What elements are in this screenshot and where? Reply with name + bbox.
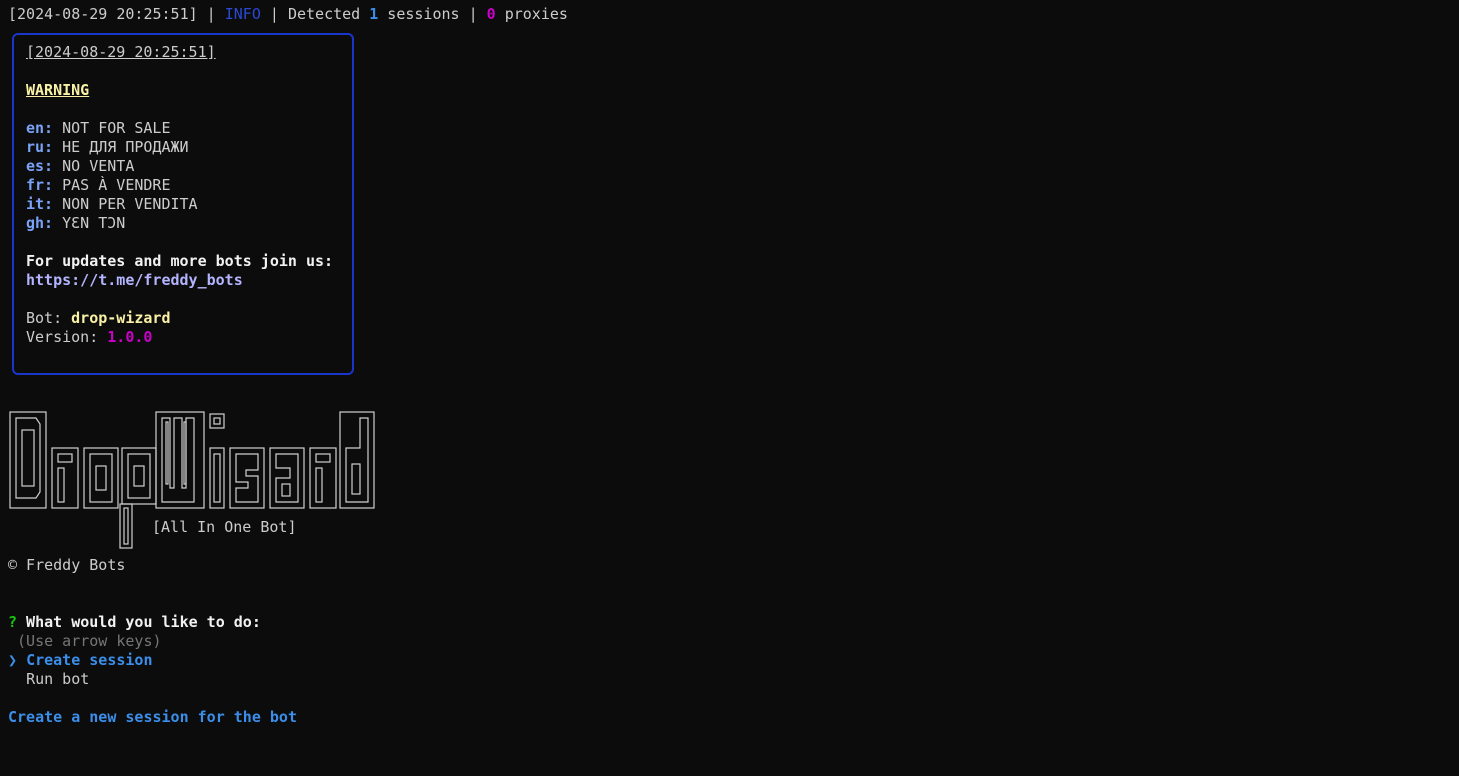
option-description: Create a new session for the bot xyxy=(8,708,297,726)
copyright-text: © Freddy Bots xyxy=(8,556,126,574)
option-label: Run bot xyxy=(26,670,90,688)
question-marker: ? xyxy=(8,613,18,631)
status-line: [2024-08-29 20:25:51] | INFO | Detected … xyxy=(8,5,568,24)
menu-option-create-session[interactable]: ❯ Create session xyxy=(8,651,153,670)
status-separator: | xyxy=(197,5,225,23)
bot-name-line: Bot: drop-wizard xyxy=(26,309,171,328)
proxies-count: 0 xyxy=(486,5,496,23)
bot-name: drop-wizard xyxy=(71,309,171,327)
bot-label: Bot: xyxy=(26,309,72,327)
version-label: Version: xyxy=(26,328,108,346)
notice-text: NON PER VENDITA xyxy=(53,195,198,213)
notice-text: PAS À VENDRE xyxy=(53,176,171,194)
notice-lang: it: xyxy=(26,195,54,213)
status-level: INFO xyxy=(224,5,261,23)
prompt-question-line: ? What would you like to do: xyxy=(8,613,261,632)
notice-lang: ru: xyxy=(26,138,54,156)
telegram-link[interactable]: https://t.me/freddy_bots xyxy=(26,271,243,290)
sessions-count: 1 xyxy=(369,5,379,23)
notice-line: fr: PAS À VENDRE xyxy=(26,176,171,195)
notice-line: it: NON PER VENDITA xyxy=(26,195,198,214)
warning-title: WARNING xyxy=(26,81,90,99)
menu-option-run-bot[interactable]: Run bot xyxy=(8,670,89,689)
notice-text: YƐN TƆN xyxy=(53,214,126,232)
option-label: Create session xyxy=(26,651,153,669)
selection-pointer-icon: ❯ xyxy=(8,651,18,669)
status-timestamp: [2024-08-29 20:25:51] xyxy=(8,5,198,23)
prompt-question: What would you like to do: xyxy=(17,613,261,631)
join-text: For updates and more bots join us: xyxy=(26,252,334,270)
proxies-label: proxies xyxy=(495,5,568,23)
prompt-hint: (Use arrow keys) xyxy=(8,632,162,650)
version-number: 1.0.0 xyxy=(107,328,153,346)
notice-lang: es: xyxy=(26,157,54,175)
notice-line: gh: YƐN TƆN xyxy=(26,214,125,233)
detected-label: Detected xyxy=(287,5,370,23)
version-line: Version: 1.0.0 xyxy=(26,328,152,347)
notice-line: ru: НЕ ДЛЯ ПРОДАЖИ xyxy=(26,138,189,157)
notice-text: NO VENTA xyxy=(53,157,135,175)
sessions-label: sessions | xyxy=(378,5,487,23)
notice-text: НЕ ДЛЯ ПРОДАЖИ xyxy=(53,138,189,156)
warning-timestamp: [2024-08-29 20:25:51] xyxy=(26,43,216,61)
status-separator: | xyxy=(260,5,288,23)
notice-lang: fr: xyxy=(26,176,54,194)
notice-line: es: NO VENTA xyxy=(26,157,134,176)
notice-lang: gh: xyxy=(26,214,54,232)
logo-subtitle: [All In One Bot] xyxy=(152,518,297,536)
notice-line: en: NOT FOR SALE xyxy=(26,119,171,138)
notice-text: NOT FOR SALE xyxy=(53,119,171,137)
notice-lang: en: xyxy=(26,119,54,137)
